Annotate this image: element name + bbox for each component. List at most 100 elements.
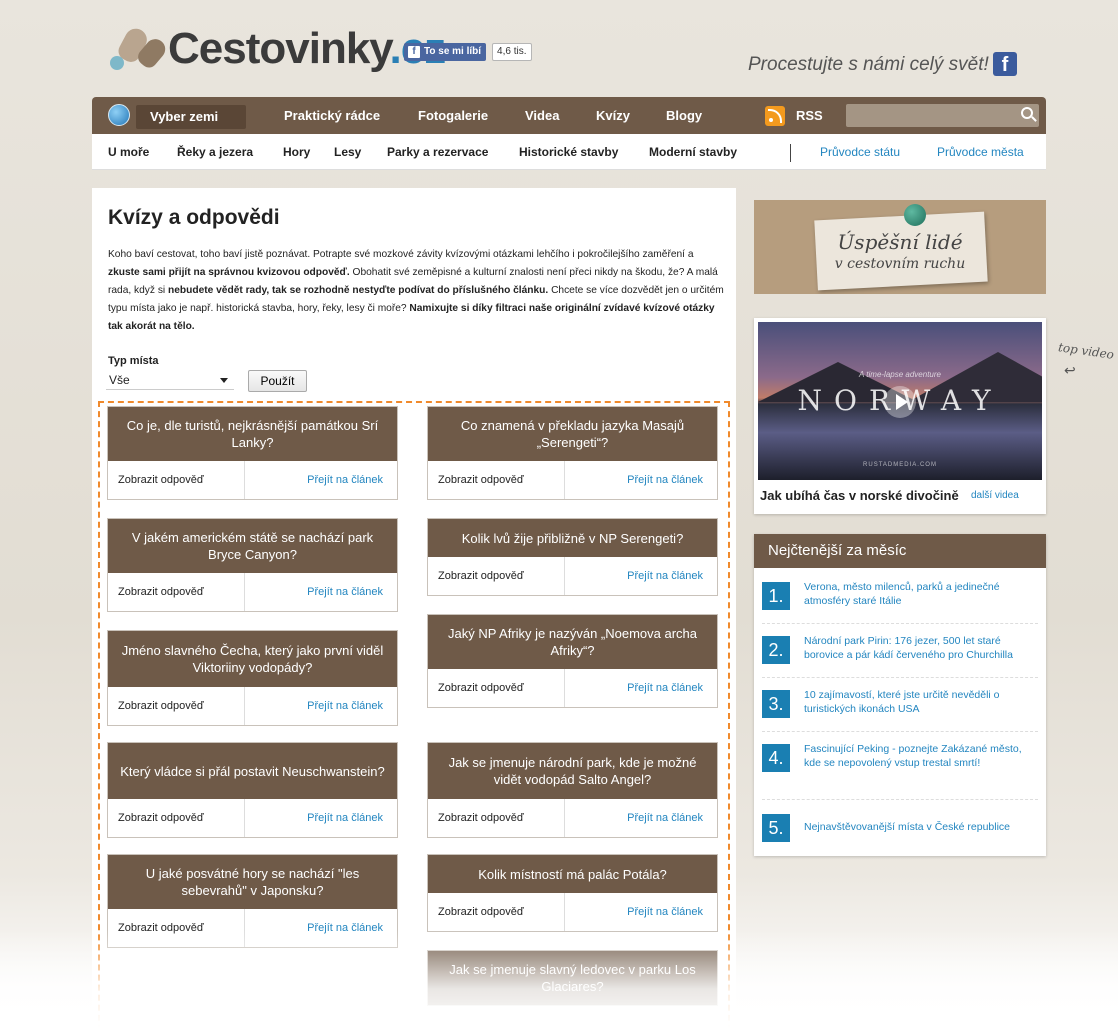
show-answer-link[interactable]: Zobrazit odpověď	[428, 557, 565, 595]
nav-item-photo-gallery[interactable]: Fotogalerie	[418, 97, 488, 134]
most-read-box: Nejčtenější za měsíc 1. Verona, město mi…	[754, 534, 1046, 856]
go-to-article-link[interactable]: Přejít na článek	[565, 893, 717, 931]
intro-text: Koho baví cestovat, toho baví jistě pozn…	[108, 249, 724, 332]
most-read-link[interactable]: 10 zajímavostí, které jste určitě nevědě…	[804, 688, 1030, 731]
rank-badge: 2.	[762, 636, 790, 664]
quiz-question: Jak se jmenuje slavný ledovec v parku Lo…	[428, 951, 717, 1005]
banner-title: Úspěšní lidé	[837, 230, 963, 254]
rss-link[interactable]: RSS	[796, 97, 823, 134]
quiz-card: V jakém americkém státě se nachází park …	[107, 518, 398, 612]
most-read-link[interactable]: Nejnavštěvovanější místa v České republi…	[804, 812, 1030, 848]
quiz-card: Kolik lvů žije přibližně v NP Serengeti?…	[427, 518, 718, 596]
most-read-link[interactable]: Národní park Pirin: 176 jezer, 500 let s…	[804, 634, 1030, 677]
go-to-article-link[interactable]: Přejít na článek	[245, 461, 397, 499]
go-to-article-link[interactable]: Přejít na článek	[245, 573, 397, 611]
most-read-title: Nejčtenější za měsíc	[754, 534, 1046, 568]
go-to-article-link[interactable]: Přejít na článek	[245, 687, 397, 725]
banner-subtitle: v cestovním ruchu	[834, 256, 966, 272]
show-answer-link[interactable]: Zobrazit odpověď	[108, 909, 245, 947]
category-modern-buildings[interactable]: Moderní stavby	[649, 134, 737, 170]
successful-people-banner[interactable]: Úspěšní lidé v cestovním ruchu	[754, 200, 1046, 294]
rank-badge: 4.	[762, 744, 790, 772]
chevron-down-icon	[220, 378, 228, 383]
city-guide-link[interactable]: Průvodce města	[937, 134, 1024, 170]
filter-label: Typ místa	[108, 355, 159, 367]
most-read-item[interactable]: 4. Fascinující Peking - poznejte Zakázan…	[762, 742, 1038, 800]
top-video-card: A time-lapse adventure NORWAY RUSTADMEDI…	[754, 318, 1046, 514]
show-answer-link[interactable]: Zobrazit odpověď	[108, 687, 245, 725]
quiz-card: Jak se jmenuje slavný ledovec v parku Lo…	[427, 950, 718, 1006]
quiz-question: Jak se jmenuje národní park, kde je možn…	[428, 743, 717, 799]
go-to-article-link[interactable]: Přejít na článek	[565, 669, 717, 707]
globe-icon	[108, 104, 130, 126]
video-overlay-subtitle: A time-lapse adventure	[859, 370, 941, 379]
quiz-question: U jaké posvátné hory se nachází "les seb…	[108, 855, 397, 909]
quiz-card: Jméno slavného Čecha, který jako první v…	[107, 630, 398, 726]
main-content: Kvízy a odpovědi Koho baví cestovat, toh…	[92, 188, 736, 1028]
show-answer-link[interactable]: Zobrazit odpověď	[428, 893, 565, 931]
category-mountains[interactable]: Hory	[283, 134, 310, 170]
search-input[interactable]	[846, 104, 1039, 127]
category-parks-reserves[interactable]: Parky a rezervace	[387, 134, 488, 170]
apply-filter-button[interactable]: Použít	[248, 370, 307, 392]
quiz-card: U jaké posvátné hory se nachází "les seb…	[107, 854, 398, 948]
place-type-select[interactable]: Vše	[106, 371, 234, 390]
select-country-button[interactable]: Vyber zemi	[136, 105, 246, 129]
video-caption[interactable]: Jak ubíhá čas v norské divočině	[760, 488, 959, 503]
category-sea[interactable]: U moře	[108, 134, 149, 170]
go-to-article-link[interactable]: Přejít na článek	[565, 461, 717, 499]
video-brand: RUSTADMEDIA.COM	[863, 462, 937, 468]
show-answer-link[interactable]: Zobrazit odpověď	[108, 573, 245, 611]
site-logo[interactable]: Cestovinky.cz	[108, 24, 446, 74]
show-answer-link[interactable]: Zobrazit odpověď	[428, 799, 565, 837]
go-to-article-link[interactable]: Přejít na článek	[565, 557, 717, 595]
facebook-like[interactable]: f To se mi líbí 4,6 tis.	[404, 43, 532, 61]
facebook-like-button[interactable]: f To se mi líbí	[404, 43, 487, 61]
curved-arrow-icon: ↩	[1064, 362, 1076, 378]
go-to-article-link[interactable]: Přejít na článek	[245, 909, 397, 947]
facebook-like-count: 4,6 tis.	[492, 43, 532, 61]
play-icon[interactable]	[884, 386, 916, 418]
facebook-icon[interactable]: f	[993, 52, 1017, 76]
quiz-card: Který vládce si přál postavit Neuschwans…	[107, 742, 398, 838]
most-read-item[interactable]: 3. 10 zajímavostí, které jste určitě nev…	[762, 688, 1038, 732]
most-read-item[interactable]: 2. Národní park Pirin: 176 jezer, 500 le…	[762, 634, 1038, 678]
rank-badge: 3.	[762, 690, 790, 718]
show-answer-link[interactable]: Zobrazit odpověď	[108, 461, 245, 499]
nav-item-practical-guide[interactable]: Praktický rádce	[284, 97, 380, 134]
video-thumbnail[interactable]: A time-lapse adventure NORWAY RUSTADMEDI…	[758, 322, 1042, 480]
most-read-item[interactable]: 5. Nejnavštěvovanější místa v České repu…	[762, 812, 1038, 848]
nav-item-quizzes[interactable]: Kvízy	[596, 97, 630, 134]
quiz-question: Co je, dle turistů, nejkrásnější památko…	[108, 407, 397, 461]
nav-divider	[790, 144, 791, 162]
show-answer-link[interactable]: Zobrazit odpověď	[428, 669, 565, 707]
footprints-icon	[108, 24, 170, 74]
category-forests[interactable]: Lesy	[334, 134, 361, 170]
quiz-question: Kolik místností má palác Potála?	[428, 855, 717, 893]
quiz-card: Jaký NP Afriky je nazýván „Noemova archa…	[427, 614, 718, 708]
show-answer-link[interactable]: Zobrazit odpověď	[428, 461, 565, 499]
country-guide-link[interactable]: Průvodce státu	[820, 134, 900, 170]
page-title: Kvízy a odpovědi	[108, 206, 280, 229]
nav-item-videos[interactable]: Videa	[525, 97, 559, 134]
quiz-question: Který vládce si přál postavit Neuschwans…	[108, 743, 397, 799]
rss-icon[interactable]	[765, 106, 785, 126]
go-to-article-link[interactable]: Přejít na článek	[245, 799, 397, 837]
category-rivers-lakes[interactable]: Řeky a jezera	[177, 134, 253, 170]
pin-icon	[904, 204, 926, 226]
category-navigation: U moře Řeky a jezera Hory Lesy Parky a r…	[92, 134, 1046, 170]
quiz-card: Jak se jmenuje národní park, kde je možn…	[427, 742, 718, 838]
most-read-item[interactable]: 1. Verona, město milenců, parků a jedine…	[762, 580, 1038, 624]
most-read-link[interactable]: Verona, město milenců, parků a jedinečné…	[804, 580, 1030, 623]
quiz-card: Co je, dle turistů, nejkrásnější památko…	[107, 406, 398, 500]
search-icon[interactable]	[1021, 107, 1033, 119]
go-to-article-link[interactable]: Přejít na článek	[565, 799, 717, 837]
quiz-card: Kolik místností má palác Potála? Zobrazi…	[427, 854, 718, 932]
rank-badge: 5.	[762, 814, 790, 842]
category-historic-buildings[interactable]: Historické stavby	[519, 134, 618, 170]
most-read-link[interactable]: Fascinující Peking - poznejte Zakázané m…	[804, 742, 1030, 799]
slogan: Procestujte s námi celý svět!	[748, 54, 989, 75]
show-answer-link[interactable]: Zobrazit odpověď	[108, 799, 245, 837]
more-videos-link[interactable]: další videa	[971, 490, 1019, 501]
nav-item-blogs[interactable]: Blogy	[666, 97, 702, 134]
